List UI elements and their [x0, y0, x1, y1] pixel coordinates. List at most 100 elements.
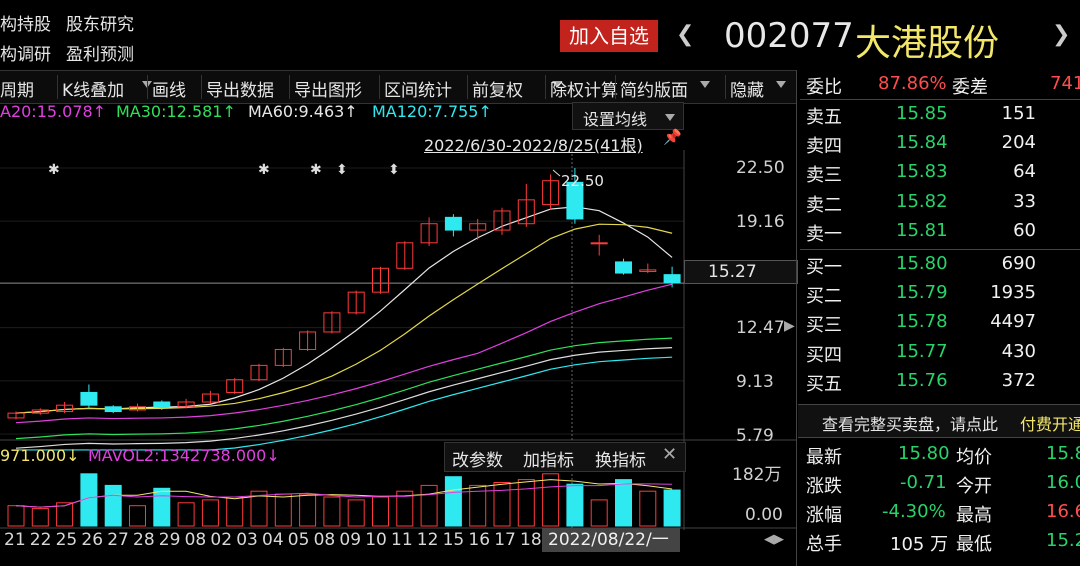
volume-bar [299, 493, 317, 527]
bids-row[interactable]: 买三 15.78 4497 [800, 308, 1080, 337]
toolbar-sep [147, 75, 148, 99]
toolbar-item-3[interactable]: 导出数据 [206, 76, 274, 101]
kline-chart[interactable]: ✱ ✱ ✱ ⬍ ⬍ [0, 150, 796, 530]
high-value: 16.6 [1046, 501, 1080, 522]
latest-label: 最新 [806, 447, 842, 468]
toolbar-item-1[interactable]: K线叠加 [62, 76, 124, 101]
scroll-left-icon[interactable]: ◀▶ [764, 532, 784, 547]
full-book-bar[interactable]: 查看完整买卖盘，请点此 付费开通 [798, 404, 1080, 438]
ma120-line [16, 356, 673, 451]
asks-row[interactable]: 卖一 15.81 60 [800, 217, 1080, 246]
bids-row[interactable]: 买四 15.77 430 [800, 338, 1080, 367]
bids-price: 15.80 [896, 253, 948, 274]
toolbar-item-8[interactable]: 简约版面 [620, 76, 688, 101]
bids-volume: 372 [1001, 369, 1036, 391]
asks-row[interactable]: 卖四 15.84 204 [800, 129, 1080, 158]
event-marker: ✱ [48, 162, 60, 178]
nav-research[interactable]: 构调研 [0, 40, 51, 65]
volume-bar [31, 508, 49, 527]
bids-volume: 4497 [990, 311, 1036, 333]
bids-volume: 690 [1001, 253, 1036, 274]
high-label: 最高 [956, 505, 992, 526]
mavol2-label: MAVOL2:1342738.000↓ [88, 446, 280, 465]
ma30-label: MA30:12.581↑ [116, 102, 236, 121]
cursor-date: 2022/08/22/一 [542, 528, 680, 552]
weicha-value: 741 [1050, 73, 1080, 94]
candle-body [444, 216, 462, 231]
volume-bar [323, 496, 341, 527]
toolbar-sep [725, 75, 726, 99]
toolbar-item-6[interactable]: 前复权 [472, 76, 523, 101]
paid-link[interactable]: 付费开通 [1020, 411, 1080, 435]
edit-params-button[interactable]: 改参数 [452, 446, 503, 471]
next-stock-icon[interactable]: ❯ [1052, 22, 1070, 47]
nav-holdings[interactable]: 构持股 [0, 10, 51, 35]
bids-price: 15.76 [896, 369, 948, 391]
toolbar-sep [289, 75, 290, 99]
candle-body [663, 274, 681, 284]
volume-bar [663, 489, 681, 527]
hands-value: 105 万 [890, 534, 949, 555]
asks-volume: 151 [1001, 103, 1036, 124]
date-tick: 17 [494, 530, 516, 550]
asks-price: 15.85 [896, 103, 948, 124]
candle-body [80, 391, 98, 406]
chevron-down-icon [665, 114, 675, 121]
nav-shareholder[interactable]: 股东研究 [66, 10, 134, 35]
volume-bar [542, 473, 560, 527]
date-tick: 28 [133, 530, 155, 550]
date-tick: 25 [55, 530, 78, 550]
price-tick: 12.47 [736, 318, 785, 338]
asks-label: 卖二 [806, 194, 842, 216]
chevron-down-icon[interactable] [776, 81, 786, 88]
date-tick: 22 [29, 530, 52, 550]
bids-row[interactable]: 买一 15.80 690 [800, 250, 1080, 279]
toolbar-item-0[interactable]: 周期 [0, 76, 34, 101]
date-tick: 27 [107, 530, 129, 550]
stock-name: 大港股份 [855, 23, 1000, 64]
latest-value: 15.80 [898, 443, 950, 464]
toolbar-item-2[interactable]: 画线 [152, 76, 186, 101]
toolbar-item-7[interactable]: 除权计算 [550, 76, 618, 101]
bids-row[interactable]: 买五 15.76 372 [800, 367, 1080, 396]
bids-volume: 430 [1001, 340, 1036, 362]
switch-indicator-button[interactable]: 换指标 [595, 446, 646, 471]
date-tick: 08 [313, 530, 336, 550]
weibi-value: 87.86% [878, 73, 947, 94]
asks-volume: 204 [1001, 132, 1036, 154]
volume-bar [615, 479, 632, 527]
asks-row[interactable]: 卖三 15.83 64 [800, 158, 1080, 187]
toolbar-item-9[interactable]: 隐藏 [730, 76, 764, 101]
asks-volume: 33 [1013, 190, 1036, 212]
bids-label: 买五 [806, 373, 842, 395]
add-indicator-button[interactable]: 加指标 [523, 446, 574, 471]
toolbar-item-4[interactable]: 导出图形 [294, 76, 362, 101]
chevron-down-icon[interactable] [700, 81, 710, 88]
volume-bar [129, 505, 146, 527]
asks-row[interactable]: 卖二 15.82 33 [800, 188, 1080, 217]
bids-label: 买二 [806, 286, 842, 308]
candle-body [104, 406, 122, 413]
toolbar-item-5[interactable]: 区间统计 [384, 76, 452, 101]
ma60-label: MA60:9.463↑ [248, 102, 358, 121]
price-tick: 9.13 [736, 372, 774, 392]
event-marker: ✱ [310, 162, 322, 178]
expand-icon[interactable]: ▶ [784, 318, 795, 334]
date-tick: 04 [262, 530, 284, 550]
candle-body [153, 401, 171, 408]
nav-forecast[interactable]: 盈利预测 [66, 40, 134, 65]
toolbar-sep [57, 75, 58, 99]
ma60-line [15, 347, 673, 449]
chart-toolbar: 周期 K线叠加 画线 导出数据 导出图形 区间统计 前复权 除权计算 简约版面 隐藏 [0, 70, 796, 104]
hands-label: 总手 [806, 534, 842, 555]
prev-stock-icon[interactable]: ❮ [676, 22, 694, 47]
close-icon[interactable]: ✕ [662, 444, 677, 465]
add-watchlist-button[interactable]: 加入自选 [560, 20, 658, 52]
weibi-label: 委比 [806, 77, 842, 98]
peak-pointer [552, 169, 561, 177]
pin-icon[interactable]: 📌 [663, 128, 682, 146]
set-ma-button[interactable]: 设置均线 [572, 102, 684, 130]
asks-volume: 60 [1013, 219, 1036, 241]
bids-row[interactable]: 买二 15.79 1935 [800, 279, 1080, 308]
asks-row[interactable]: 卖五 15.85 151 [800, 100, 1080, 129]
